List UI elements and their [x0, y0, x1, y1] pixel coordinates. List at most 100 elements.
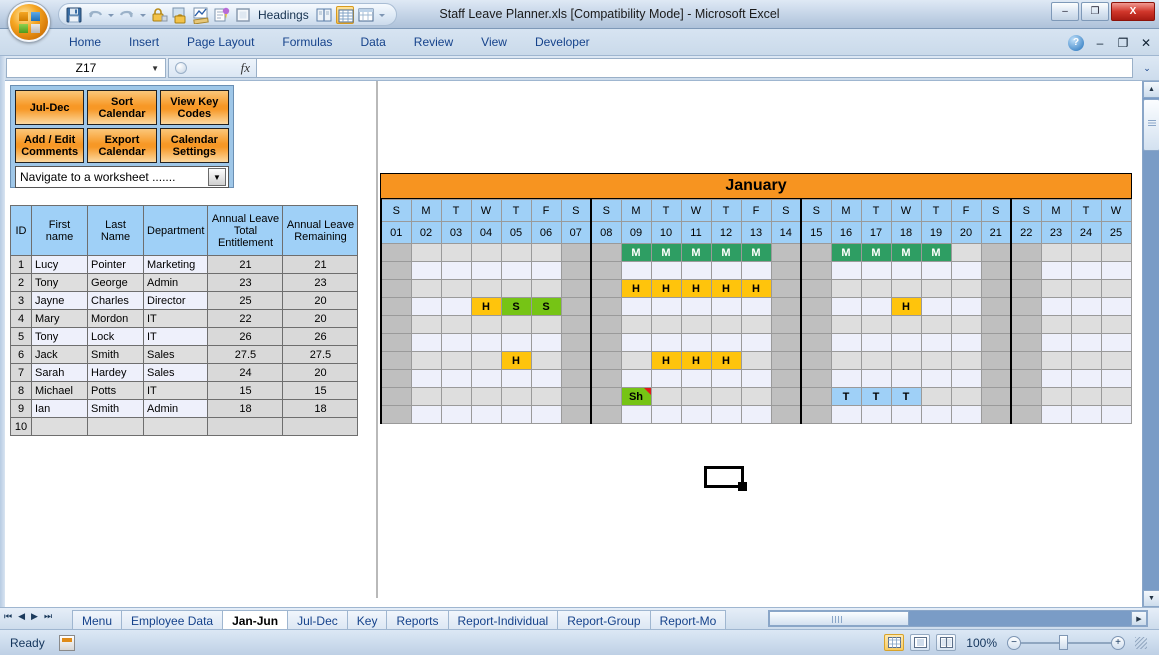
- calendar-cell[interactable]: [921, 352, 951, 370]
- calendar-cell[interactable]: [981, 388, 1011, 406]
- calendar-cell[interactable]: [681, 262, 711, 280]
- calendar-cell[interactable]: [381, 406, 411, 424]
- calendar-row[interactable]: ShTTT: [381, 388, 1131, 406]
- calendar-cell[interactable]: [831, 298, 861, 316]
- close-workbook-button[interactable]: ✕: [1139, 36, 1153, 50]
- calendar-cell[interactable]: [1041, 280, 1071, 298]
- calendar-cell[interactable]: [411, 244, 441, 262]
- calendar-cell[interactable]: [561, 316, 591, 334]
- employee-row[interactable]: 4MaryMordonIT2220: [11, 310, 358, 328]
- save-icon[interactable]: [65, 6, 83, 24]
- calendar-cell[interactable]: [1101, 244, 1131, 262]
- calendar-leave-cell[interactable]: H: [471, 298, 501, 316]
- calendar-cell[interactable]: [591, 280, 621, 298]
- calendar-cell[interactable]: [681, 406, 711, 424]
- calendar-cell[interactable]: [441, 298, 471, 316]
- calendar-leave-cell[interactable]: M: [891, 244, 921, 262]
- calendar-cell[interactable]: [591, 352, 621, 370]
- cell-total-entitlement[interactable]: [208, 418, 283, 436]
- cell-first-name[interactable]: Tony: [32, 328, 88, 346]
- calendar-row[interactable]: [381, 316, 1131, 334]
- calendar-cell[interactable]: [1011, 262, 1041, 280]
- chart-icon[interactable]: [192, 6, 210, 24]
- calendar-cell[interactable]: [1071, 262, 1101, 280]
- calendar-leave-cell[interactable]: H: [891, 298, 921, 316]
- calendar-leave-cell[interactable]: M: [861, 244, 891, 262]
- calendar-cell[interactable]: [981, 244, 1011, 262]
- calendar-cell[interactable]: [621, 406, 651, 424]
- employee-row[interactable]: 9IanSmithAdmin1818: [11, 400, 358, 418]
- zoom-slider[interactable]: − +: [1007, 635, 1125, 651]
- calendar-cell[interactable]: [471, 388, 501, 406]
- calendar-cell[interactable]: [381, 262, 411, 280]
- cell-id[interactable]: 9: [11, 400, 32, 418]
- calendar-cell[interactable]: [741, 334, 771, 352]
- cell-id[interactable]: 8: [11, 382, 32, 400]
- close-button[interactable]: X: [1111, 2, 1155, 21]
- cell-last-name[interactable]: Charles: [88, 292, 144, 310]
- calendar-cell[interactable]: [891, 316, 921, 334]
- cell-last-name[interactable]: Pointer: [88, 256, 144, 274]
- calendar-cell[interactable]: [1071, 334, 1101, 352]
- page-layout-view-button[interactable]: [910, 634, 930, 651]
- calendar-cell[interactable]: [801, 388, 831, 406]
- calendar-cell[interactable]: [861, 280, 891, 298]
- calendar-cell[interactable]: [531, 334, 561, 352]
- calendar-cell[interactable]: [861, 406, 891, 424]
- calendar-cell[interactable]: [1011, 334, 1041, 352]
- calendar-cell[interactable]: [1041, 316, 1071, 334]
- calendar-leave-cell[interactable]: Sh: [621, 388, 651, 406]
- cell-first-name[interactable]: Mary: [32, 310, 88, 328]
- calendar-cell[interactable]: [651, 406, 681, 424]
- calendar-cell[interactable]: [471, 316, 501, 334]
- zoom-in-button[interactable]: +: [1111, 636, 1125, 650]
- sheet-tab-reports[interactable]: Reports: [386, 610, 448, 630]
- cell-remaining[interactable]: [283, 418, 358, 436]
- chevron-down-icon[interactable]: ▼: [208, 168, 226, 186]
- calendar-cell[interactable]: [471, 352, 501, 370]
- calendar-cell[interactable]: [621, 370, 651, 388]
- tab-view[interactable]: View: [467, 29, 521, 56]
- calendar-leave-cell[interactable]: H: [681, 352, 711, 370]
- calendar-cell[interactable]: [471, 280, 501, 298]
- calendar-cell[interactable]: [801, 298, 831, 316]
- cell-first-name[interactable]: Michael: [32, 382, 88, 400]
- cell-total-entitlement[interactable]: 25: [208, 292, 283, 310]
- calendar-cell[interactable]: [591, 298, 621, 316]
- calendar-row[interactable]: HHHH: [381, 352, 1131, 370]
- calendar-cell[interactable]: [441, 262, 471, 280]
- calendar-cell[interactable]: [411, 262, 441, 280]
- calendar-cell[interactable]: [1041, 388, 1071, 406]
- calendar-cell[interactable]: [771, 298, 801, 316]
- calendar-cell[interactable]: [441, 370, 471, 388]
- calendar-cell[interactable]: [921, 406, 951, 424]
- normal-view-icon[interactable]: [336, 6, 354, 24]
- calendar-leave-cell[interactable]: M: [831, 244, 861, 262]
- cell-remaining[interactable]: 23: [283, 274, 358, 292]
- employee-row[interactable]: 1LucyPointerMarketing2121: [11, 256, 358, 274]
- cell-remaining[interactable]: 20: [283, 292, 358, 310]
- restore-workbook-button[interactable]: ❐: [1116, 36, 1130, 50]
- calendar-cell[interactable]: [921, 298, 951, 316]
- calendar-cell[interactable]: [951, 298, 981, 316]
- calendar-cell[interactable]: [381, 244, 411, 262]
- calendar-cell[interactable]: [411, 316, 441, 334]
- cell-department[interactable]: Admin: [144, 274, 208, 292]
- macro-record-icon[interactable]: [59, 635, 75, 651]
- calendar-cell[interactable]: [981, 280, 1011, 298]
- calendar-cell[interactable]: [711, 388, 741, 406]
- calendar-cell[interactable]: [531, 388, 561, 406]
- calendar-cell[interactable]: [1101, 316, 1131, 334]
- calendar-cell[interactable]: [561, 406, 591, 424]
- calendar-cell[interactable]: [591, 370, 621, 388]
- cell-remaining[interactable]: 20: [283, 364, 358, 382]
- calendar-cell[interactable]: [801, 244, 831, 262]
- calendar-cell[interactable]: [1071, 280, 1101, 298]
- employee-row[interactable]: 5TonyLockIT2626: [11, 328, 358, 346]
- calendar-cell[interactable]: [411, 370, 441, 388]
- calendar-cell[interactable]: [1101, 298, 1131, 316]
- calendar-cell[interactable]: [741, 406, 771, 424]
- calendar-cell[interactable]: [1011, 244, 1041, 262]
- minimize-button[interactable]: –: [1051, 2, 1079, 21]
- calendar-cell[interactable]: [711, 334, 741, 352]
